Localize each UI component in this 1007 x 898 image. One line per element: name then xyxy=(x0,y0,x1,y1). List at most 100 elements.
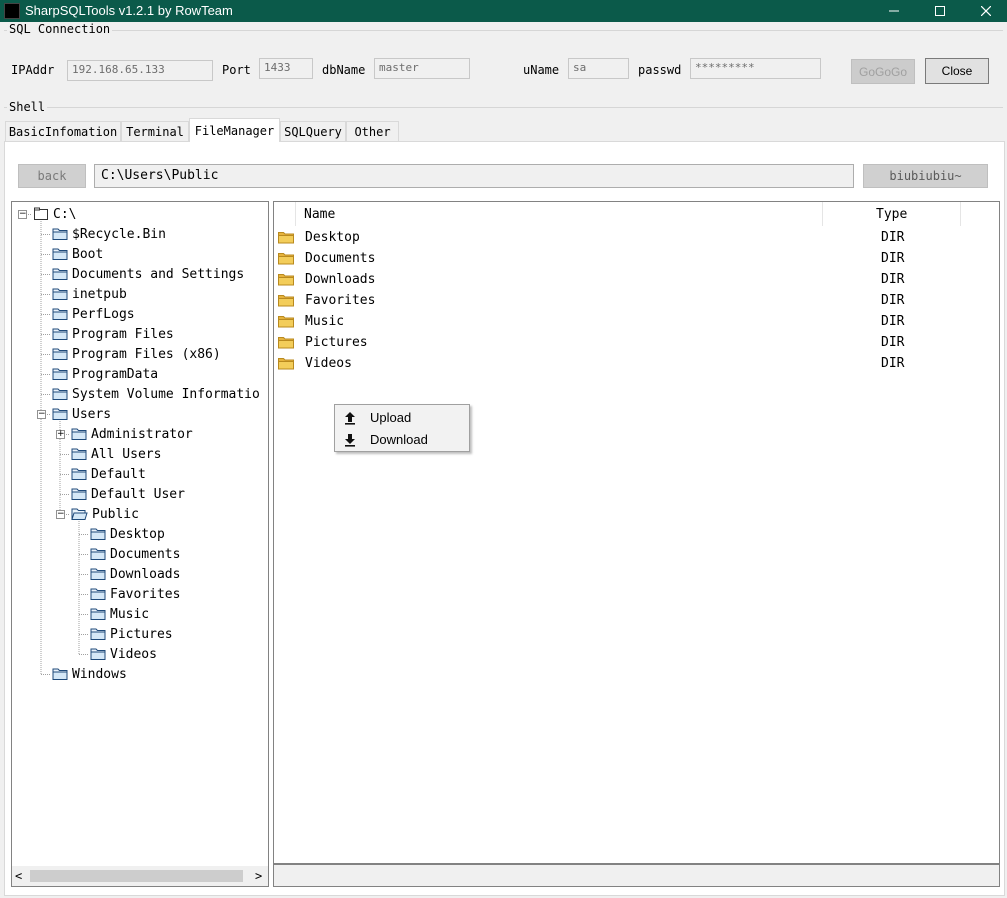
window-title: SharpSQLTools v1.2.1 by RowTeam xyxy=(25,3,233,18)
download-menu-item[interactable]: Download xyxy=(337,429,467,450)
list-row[interactable]: Pictures DIR xyxy=(278,332,978,353)
tree-node[interactable]: Users xyxy=(52,405,111,423)
collapse-icon[interactable]: − xyxy=(56,510,65,519)
tree-node[interactable]: System Volume Informatio xyxy=(52,385,260,403)
biubiubiu-button[interactable]: biubiubiu~ xyxy=(863,164,988,188)
close-button[interactable]: Close xyxy=(925,58,989,84)
tree-node-label: Users xyxy=(72,406,112,422)
username-field[interactable]: sa xyxy=(568,58,629,79)
tree-node[interactable]: Downloads xyxy=(90,565,180,583)
tree-node-label: Videos xyxy=(110,646,157,662)
tree-horizontal-scrollbar[interactable]: < > xyxy=(11,866,269,887)
tree-node[interactable]: Boot xyxy=(52,245,103,263)
tree-node-label: Windows xyxy=(72,666,127,682)
ip-label: IPAddr xyxy=(11,63,55,77)
collapse-icon[interactable]: − xyxy=(37,410,46,419)
scroll-left-arrow[interactable]: < xyxy=(15,869,22,883)
password-field[interactable]: ********* xyxy=(690,58,821,79)
folder-icon xyxy=(278,358,294,370)
folder-icon xyxy=(278,253,294,265)
tree-node-label: C:\ xyxy=(53,206,77,222)
dbname-field[interactable]: master xyxy=(374,58,470,79)
tree-node[interactable]: Favorites xyxy=(90,585,180,603)
tree-node[interactable]: Default User xyxy=(71,485,185,503)
list-row[interactable]: Documents DIR xyxy=(278,248,978,269)
row-name: Pictures xyxy=(305,335,368,350)
tree-node-label: Program Files xyxy=(72,326,174,342)
tree-node[interactable]: $Recycle.Bin xyxy=(52,225,166,243)
title-bar[interactable]: SharpSQLTools v1.2.1 by RowTeam xyxy=(0,0,1007,22)
tree-node-label: All Users xyxy=(91,446,162,462)
list-row[interactable]: Downloads DIR xyxy=(278,269,978,290)
tab-basicinfomation[interactable]: BasicInfomation xyxy=(5,121,121,141)
ip-field[interactable]: 192.168.65.133 xyxy=(67,60,213,81)
row-name: Documents xyxy=(305,251,376,266)
tab-other[interactable]: Other xyxy=(346,121,399,141)
list-row[interactable]: Videos DIR xyxy=(278,353,978,374)
collapse-icon[interactable]: − xyxy=(18,210,27,219)
file-list[interactable]: Name Type Desktop DIR Documents DIR Downlo… xyxy=(273,201,1000,864)
back-button[interactable]: back xyxy=(18,164,86,188)
tree-node[interactable]: PerfLogs xyxy=(52,305,135,323)
column-name-header[interactable]: Name xyxy=(304,207,335,222)
folder-icon xyxy=(278,316,294,328)
tree-node[interactable]: Program Files (x86) xyxy=(52,345,221,363)
tree-node-label: Documents and Settings xyxy=(72,266,245,282)
port-label: Port xyxy=(222,63,251,77)
tree-node-label: Documents xyxy=(110,546,181,562)
tree-node-label: inetpub xyxy=(72,286,127,302)
column-type-header[interactable]: Type xyxy=(876,207,907,222)
tree-node[interactable]: Program Files xyxy=(52,325,174,343)
sql-connection-group-border xyxy=(4,30,1003,31)
upload-menu-item[interactable]: Upload xyxy=(337,407,467,428)
tree-node[interactable]: Videos xyxy=(90,645,157,663)
maximize-button[interactable] xyxy=(917,0,963,22)
tree-node[interactable]: Music xyxy=(90,605,149,623)
drive-icon xyxy=(34,207,48,220)
row-type: DIR xyxy=(881,293,905,308)
tab-sqlquery[interactable]: SQLQuery xyxy=(280,121,346,141)
tree-node[interactable]: Public xyxy=(71,505,139,523)
tree-node[interactable]: Documents and Settings xyxy=(52,265,244,283)
tree-node-label: Administrator xyxy=(91,426,193,442)
list-row[interactable]: Desktop DIR xyxy=(278,227,978,248)
tree-node[interactable]: inetpub xyxy=(52,285,127,303)
path-input[interactable]: C:\Users\Public xyxy=(94,164,854,188)
expand-icon[interactable]: + xyxy=(56,430,65,439)
list-row[interactable]: Music DIR xyxy=(278,311,978,332)
download-label: Download xyxy=(370,432,428,447)
gogogo-button[interactable]: GoGoGo xyxy=(851,59,915,84)
tree-node[interactable]: ProgramData xyxy=(52,365,158,383)
tree-node-label: Program Files (x86) xyxy=(72,346,221,362)
tree-node[interactable]: Default xyxy=(71,465,146,483)
row-name: Videos xyxy=(305,356,352,371)
folder-icon xyxy=(90,648,106,660)
header-divider xyxy=(822,202,823,226)
username-label: uName xyxy=(523,63,560,77)
tree-node-label: Favorites xyxy=(110,586,181,602)
tree-node[interactable]: C:\ xyxy=(33,205,76,223)
tab-terminal[interactable]: Terminal xyxy=(121,121,189,141)
list-row[interactable]: Favorites DIR xyxy=(278,290,978,311)
scroll-right-arrow[interactable]: > xyxy=(255,869,262,883)
minimize-button[interactable] xyxy=(871,0,917,22)
folder-icon xyxy=(52,368,68,380)
download-icon xyxy=(345,434,355,447)
port-field[interactable]: 1433 xyxy=(259,58,313,79)
folder-tree[interactable]: C:\ − $Recycle.Bin Boot Documents and Set… xyxy=(11,201,269,887)
tab-filemanager[interactable]: FileManager xyxy=(189,118,280,142)
tree-node[interactable]: All Users xyxy=(71,445,161,463)
scroll-thumb[interactable] xyxy=(30,870,243,882)
tree-node[interactable]: Windows xyxy=(52,665,127,683)
folder-icon xyxy=(90,548,106,560)
list-status-bar xyxy=(273,864,1000,887)
minimize-icon xyxy=(889,10,899,12)
tree-node[interactable]: Administrator xyxy=(71,425,193,443)
tree-node[interactable]: Desktop xyxy=(90,525,165,543)
app-icon xyxy=(4,3,20,19)
tree-node[interactable]: Pictures xyxy=(90,625,173,643)
header-divider xyxy=(960,202,961,226)
tree-node-label: Default xyxy=(91,466,146,482)
close-window-button[interactable] xyxy=(963,0,1007,22)
tree-node[interactable]: Documents xyxy=(90,545,180,563)
